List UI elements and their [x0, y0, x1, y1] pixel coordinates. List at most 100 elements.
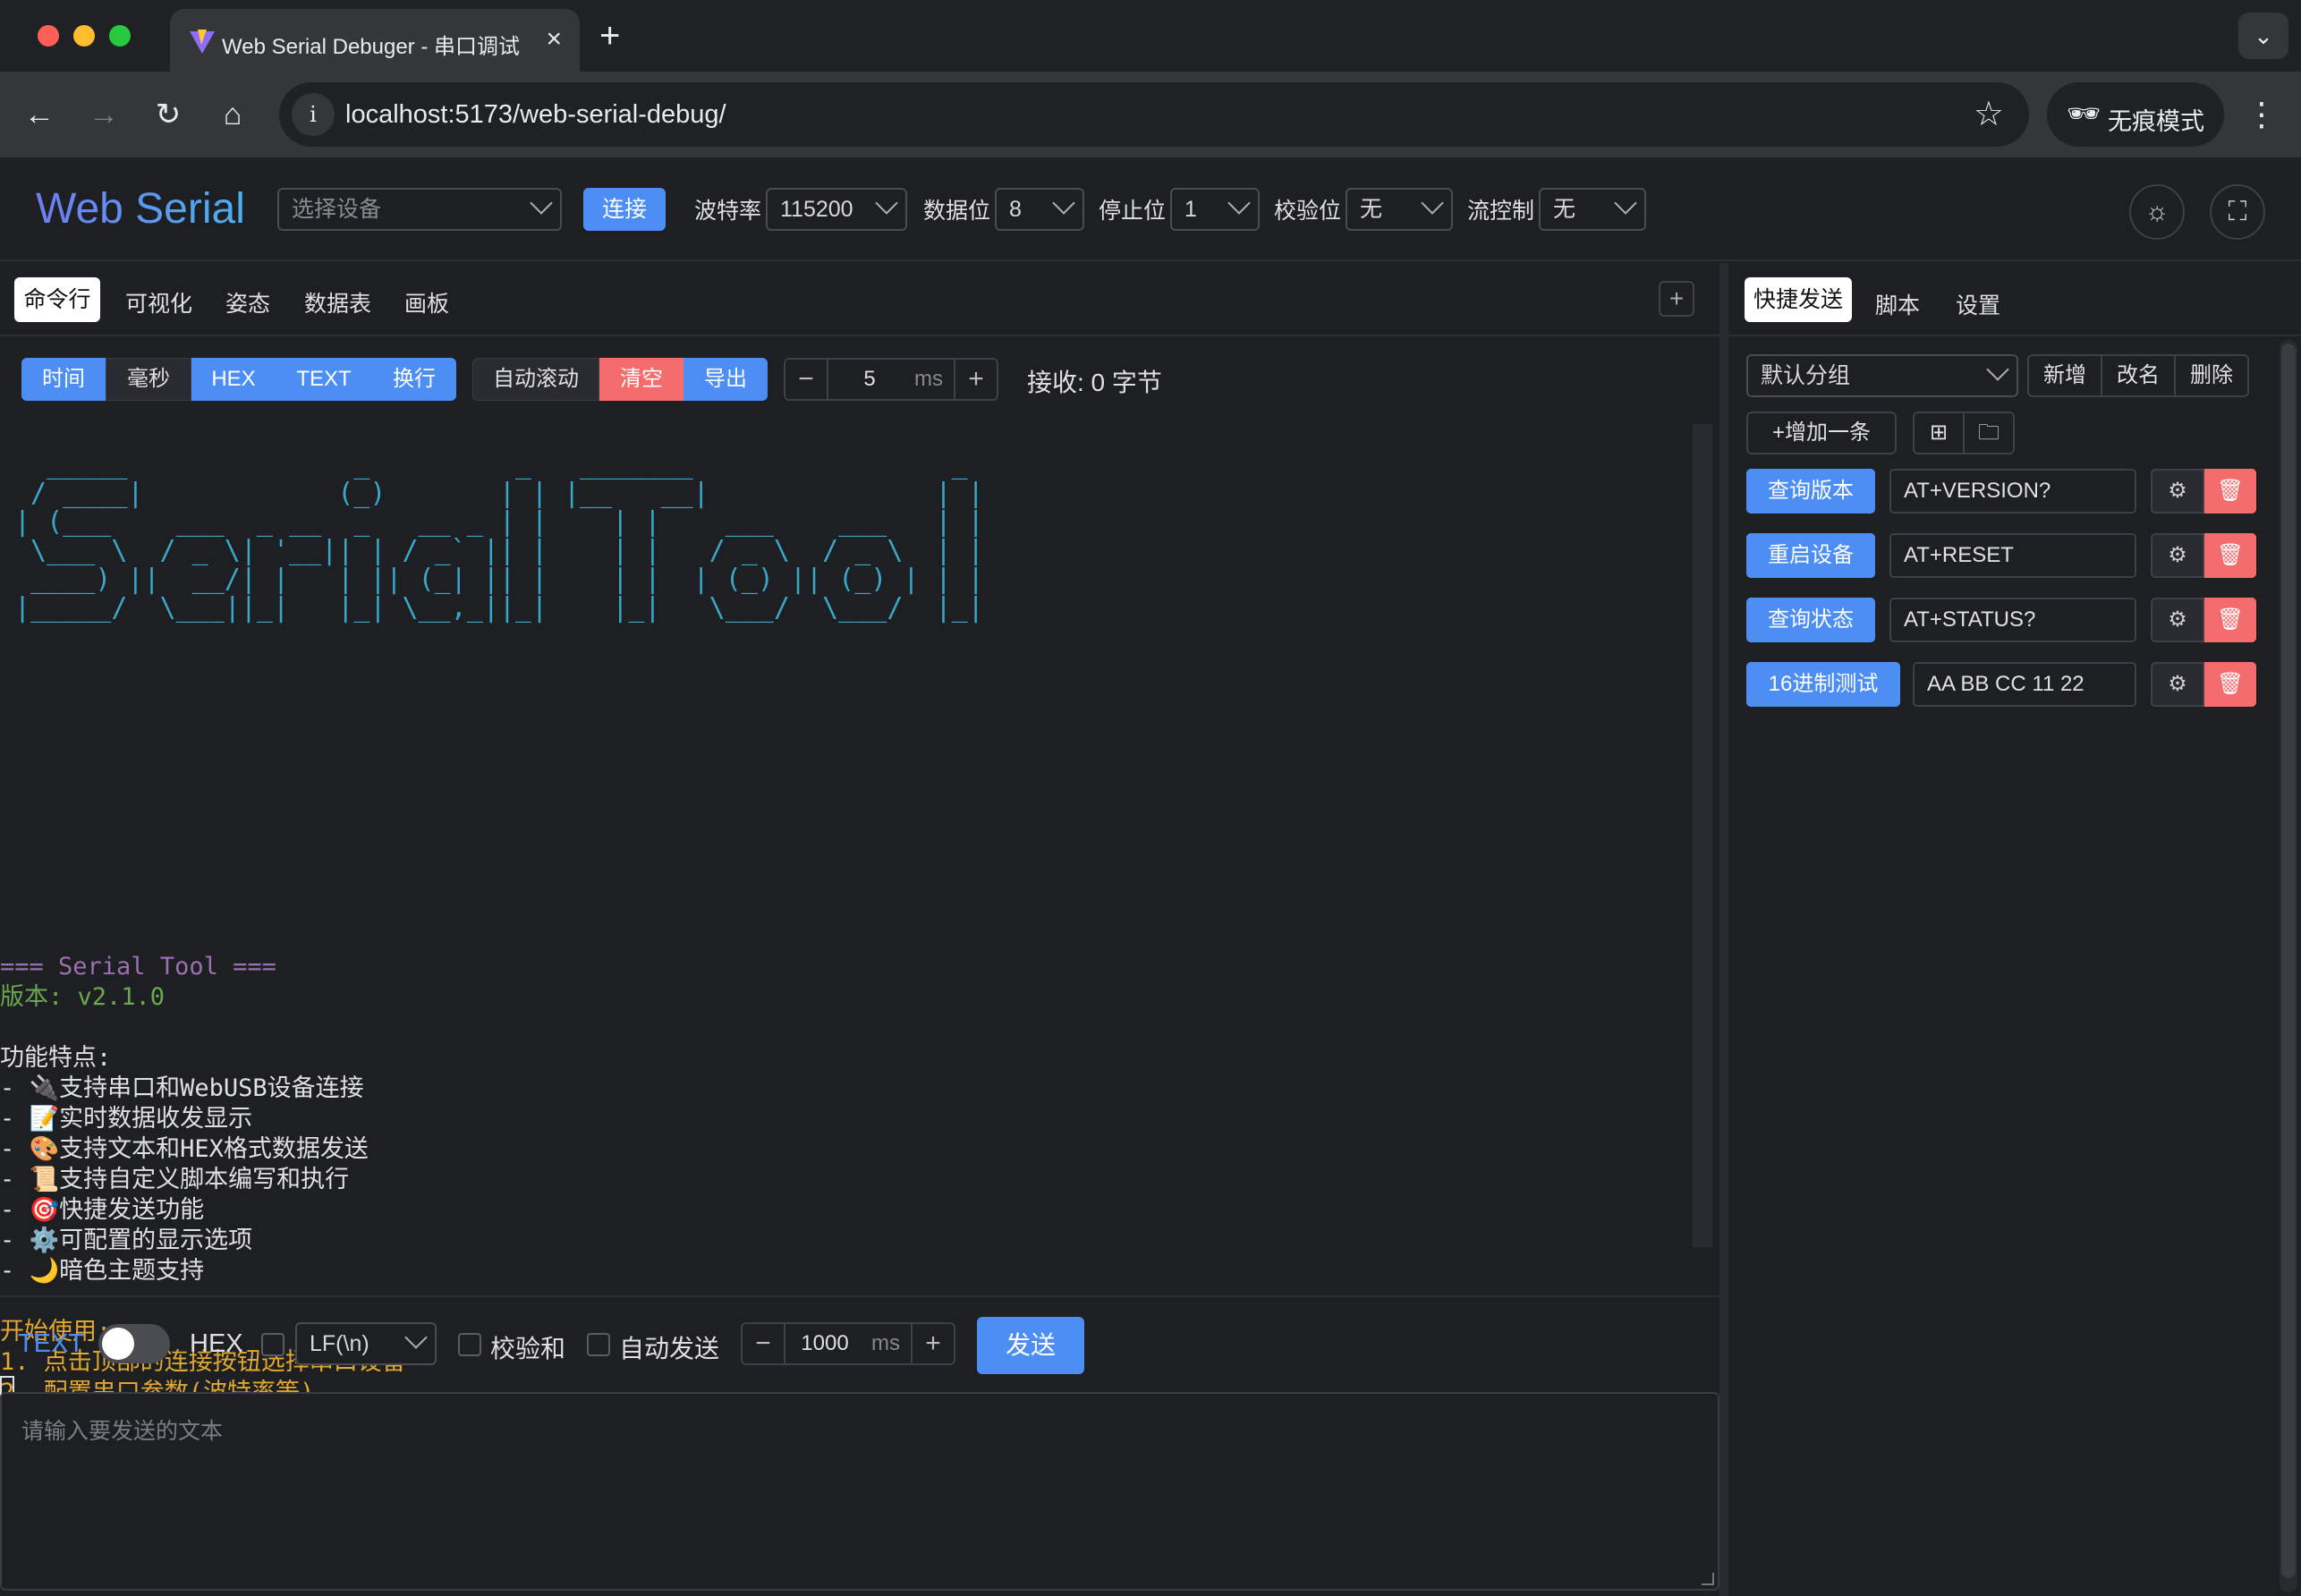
close-tab-icon[interactable]: ×: [546, 25, 562, 54]
send-button[interactable]: 发送: [977, 1317, 1084, 1374]
site-info-icon[interactable]: i: [292, 93, 335, 136]
interval-stepper[interactable]: − 5 ms +: [784, 358, 998, 401]
clear-button[interactable]: 清空: [599, 358, 684, 401]
url-text[interactable]: localhost:5173/web-serial-debug/: [345, 100, 726, 130]
increment-icon[interactable]: +: [954, 360, 997, 399]
decrement-icon[interactable]: −: [743, 1324, 785, 1363]
hex-checkbox[interactable]: [261, 1333, 284, 1356]
tab-attitude[interactable]: 姿态: [225, 286, 270, 318]
ascii-art-banner: _____ _ _ _______ _ / ____| (_) | | |__ …: [14, 449, 984, 624]
stopbits-select[interactable]: 1: [1170, 188, 1260, 231]
toggle-milliseconds[interactable]: 毫秒: [106, 358, 191, 401]
line-ending-select[interactable]: LF(\n): [295, 1322, 437, 1365]
tab-settings[interactable]: 设置: [1956, 288, 2000, 320]
chevron-down-icon: [1052, 191, 1075, 215]
databits-select[interactable]: 8: [995, 188, 1084, 231]
trash-icon[interactable]: 🗑: [2204, 662, 2256, 707]
tab-visualize[interactable]: 可视化: [125, 286, 192, 318]
new-tab-button[interactable]: +: [599, 16, 620, 55]
quick-send-button[interactable]: 重启设备: [1746, 533, 1875, 578]
side-panel-scrollbar[interactable]: [2280, 340, 2297, 1592]
connect-button[interactable]: 连接: [583, 188, 666, 231]
add-group-button[interactable]: 新增: [2027, 354, 2102, 397]
minimize-window-button[interactable]: [73, 25, 95, 47]
reload-icon[interactable]: ↻: [147, 93, 190, 136]
close-window-button[interactable]: [38, 25, 59, 47]
send-textarea[interactable]: 请输入要发送的文本: [0, 1392, 1719, 1591]
line-ending-value: LF(\n): [310, 1331, 369, 1356]
autoscroll-button[interactable]: 自动滚动: [472, 358, 599, 401]
maximize-window-button[interactable]: [109, 25, 131, 47]
browser-menu-icon[interactable]: ⋮: [2246, 93, 2278, 136]
toggle-time[interactable]: 时间: [21, 358, 106, 401]
quick-send-button[interactable]: 查询状态: [1746, 598, 1875, 642]
scrollbar-thumb[interactable]: [2281, 344, 2296, 1578]
terminal-output[interactable]: _____ _ _ _______ _ / ____| (_) | | |__ …: [0, 424, 1691, 1437]
interval-value[interactable]: 5: [828, 360, 911, 399]
parity-select[interactable]: 无: [1346, 188, 1453, 231]
databits-label: 数据位: [923, 199, 991, 224]
home-icon[interactable]: ⌂: [211, 93, 254, 136]
increment-icon[interactable]: +: [911, 1324, 954, 1363]
checksum-checkbox[interactable]: [458, 1333, 481, 1356]
gear-icon[interactable]: ⚙: [2151, 533, 2204, 578]
divider: [1728, 335, 2301, 336]
toggle-hex[interactable]: HEX: [191, 358, 276, 401]
gear-icon[interactable]: ⚙: [2151, 469, 2204, 514]
toggle-text[interactable]: TEXT: [276, 358, 372, 401]
text-hex-switch[interactable]: [98, 1324, 170, 1363]
quick-command-input[interactable]: AT+STATUS?: [1889, 598, 2136, 642]
open-folder-icon[interactable]: 🗀: [1963, 412, 2015, 454]
quick-command-input[interactable]: AT+RESET: [1889, 533, 2136, 578]
chevron-down-icon: [1227, 191, 1251, 215]
terminal-line: 版本: v2.1.0: [0, 983, 166, 1011]
panel-resize-divider[interactable]: [1719, 263, 1728, 1596]
terminal-line: - 📜支持自定义脚本编写和执行: [0, 1166, 350, 1193]
quick-send-button[interactable]: 查询版本: [1746, 469, 1875, 514]
quick-command-input[interactable]: AT+VERSION?: [1889, 469, 2136, 514]
autosend-interval-stepper[interactable]: − 1000 ms +: [741, 1322, 955, 1365]
group-select[interactable]: 默认分组: [1746, 354, 2018, 397]
browser-tab[interactable]: Web Serial Debuger - 串口调试 ×: [170, 9, 580, 72]
trash-icon[interactable]: 🗑: [2204, 469, 2256, 514]
autosend-interval-value[interactable]: 1000: [789, 1324, 861, 1363]
gear-icon[interactable]: ⚙: [2151, 598, 2204, 642]
quick-send-button[interactable]: 16进制测试: [1746, 662, 1900, 707]
add-item-button[interactable]: +增加一条: [1746, 412, 1897, 454]
address-bar[interactable]: i localhost:5173/web-serial-debug/ ☆: [279, 82, 2029, 147]
app-logo: Web Serial: [36, 185, 245, 233]
decrement-icon[interactable]: −: [785, 360, 828, 399]
theme-toggle-sun-icon[interactable]: ☼: [2129, 184, 2185, 240]
device-select-placeholder: 选择设备: [292, 197, 382, 222]
flow-select[interactable]: 无: [1539, 188, 1646, 231]
checksum-label: 校验和: [490, 1335, 566, 1363]
tab-data-table[interactable]: 数据表: [304, 286, 371, 318]
baud-select[interactable]: 115200: [766, 188, 907, 231]
export-button[interactable]: 导出: [684, 358, 768, 401]
import-folder-icon[interactable]: ⊞: [1913, 412, 1965, 454]
bookmark-star-icon[interactable]: ☆: [1974, 95, 2004, 134]
tab-title: Web Serial Debuger - 串口调试: [222, 35, 520, 59]
trash-icon[interactable]: 🗑: [2204, 533, 2256, 578]
incognito-indicator[interactable]: 🕶 无痕模式: [2047, 82, 2224, 147]
add-tab-plus-icon[interactable]: +: [1659, 281, 1694, 317]
resize-grip-icon[interactable]: [1702, 1573, 1714, 1585]
terminal-scrollbar[interactable]: [1693, 424, 1712, 1247]
trash-icon[interactable]: 🗑: [2204, 598, 2256, 642]
autosend-checkbox[interactable]: [587, 1333, 610, 1356]
back-arrow-icon[interactable]: ←: [18, 93, 61, 136]
tab-search-chevron-icon[interactable]: ⌄: [2238, 13, 2288, 59]
tab-quick-send[interactable]: 快捷发送: [1745, 277, 1852, 322]
toggle-newline[interactable]: 换行: [372, 358, 456, 401]
tab-canvas[interactable]: 画板: [404, 286, 449, 318]
quick-command-input[interactable]: AA BB CC 11 22: [1913, 662, 2136, 707]
tab-script[interactable]: 脚本: [1875, 288, 1920, 320]
fullscreen-icon[interactable]: ⛶: [2210, 184, 2265, 240]
tab-command-line[interactable]: 命令行: [14, 277, 100, 322]
forward-arrow-icon[interactable]: →: [82, 93, 125, 136]
rename-group-button[interactable]: 改名: [2101, 354, 2176, 397]
terminal-line: - 🔌支持串口和WebUSB设备连接: [0, 1074, 364, 1102]
device-select[interactable]: 选择设备: [277, 188, 562, 231]
delete-group-button[interactable]: 删除: [2174, 354, 2249, 397]
gear-icon[interactable]: ⚙: [2151, 662, 2204, 707]
